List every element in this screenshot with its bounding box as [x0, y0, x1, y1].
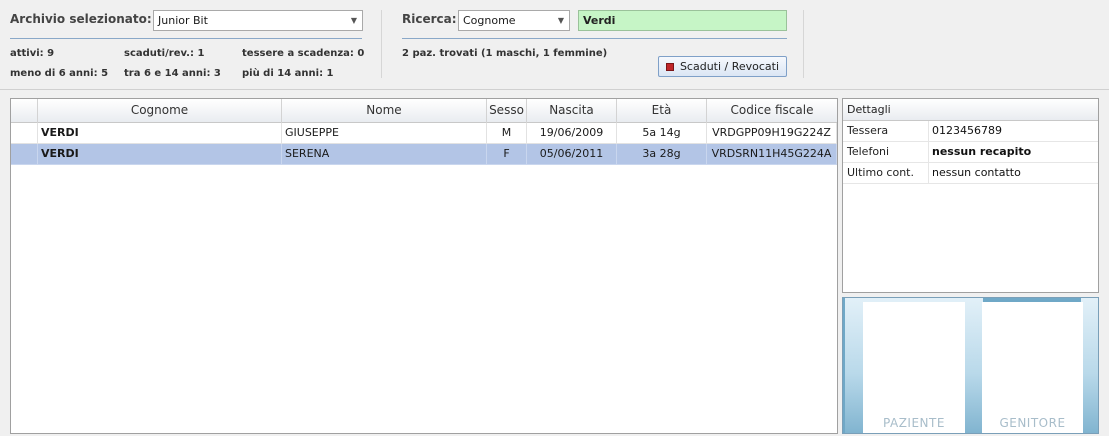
cell-nome: GIUSEPPE [282, 123, 487, 144]
section-divider [381, 10, 382, 78]
detail-row-tessera: Tessera 0123456789 [843, 121, 1098, 142]
header-cognome[interactable]: Cognome [38, 99, 282, 123]
cell-cognome: VERDI [38, 144, 282, 165]
detail-key: Tessera [847, 124, 889, 137]
detail-key: Ultimo cont. [847, 166, 914, 179]
detail-row-ultimo-contatto: Ultimo cont. nessun contatto [843, 163, 1098, 184]
archive-label: Archivio selezionato: [10, 12, 152, 26]
search-label: Ricerca: [402, 12, 457, 26]
search-separator [402, 38, 787, 39]
search-result-count: 2 paz. trovati (1 maschi, 1 femmine) [402, 48, 608, 59]
photo-strip [1081, 298, 1098, 433]
detail-divider [928, 142, 929, 163]
photo-strip [965, 298, 983, 433]
detail-row-telefoni: Telefoni nessun recapito [843, 142, 1098, 163]
search-input[interactable] [578, 10, 787, 31]
cell-cognome: VERDI [38, 123, 282, 144]
stat-meno6: meno di 6 anni: 5 [10, 68, 109, 79]
paziente-photo[interactable]: PAZIENTE [863, 302, 965, 433]
detail-value: 0123456789 [932, 124, 1002, 137]
stat-piu14: più di 14 anni: 1 [242, 68, 334, 79]
genitore-photo-label: GENITORE [999, 416, 1066, 430]
chevron-down-icon[interactable]: ▼ [553, 11, 569, 30]
header-sesso[interactable]: Sesso [487, 99, 527, 123]
stop-icon [665, 62, 674, 71]
detail-value: nessun contatto [932, 166, 1021, 179]
search-field-value: Cognome [463, 14, 516, 27]
paziente-photo-label: PAZIENTE [883, 416, 945, 430]
detail-divider [928, 163, 929, 184]
cell-nascita: 05/06/2011 [527, 144, 617, 165]
archive-select[interactable]: Junior Bit ▼ [153, 10, 363, 31]
scaduti-revocati-label: Scaduti / Revocati [679, 60, 780, 73]
header-nascita[interactable]: Nascita [527, 99, 617, 123]
chevron-down-icon[interactable]: ▼ [346, 11, 362, 30]
header-indicator [11, 99, 38, 123]
details-panel: Dettagli Tessera 0123456789 Telefoni nes… [842, 98, 1099, 293]
genitore-photo[interactable]: GENITORE [982, 302, 1083, 433]
detail-value: nessun recapito [932, 145, 1032, 158]
cell-eta: 3a 28g [617, 144, 707, 165]
detail-divider [928, 121, 929, 142]
stat-scaduti: scaduti/rev.: 1 [124, 48, 205, 59]
cell-sesso: M [487, 123, 527, 144]
details-title: Dettagli [843, 99, 1098, 121]
cell-codice-fiscale: VRDGPP09H19G224Z [707, 123, 837, 144]
cell-nascita: 19/06/2009 [527, 123, 617, 144]
table-row[interactable]: VERDI SERENA F 05/06/2011 3a 28g VRDSRN1… [11, 144, 837, 165]
header-nome[interactable]: Nome [282, 99, 487, 123]
scaduti-revocati-button[interactable]: Scaduti / Revocati [658, 56, 787, 77]
photos-panel: PAZIENTE GENITORE [842, 297, 1099, 434]
table-row[interactable]: VERDI GIUSEPPE M 19/06/2009 5a 14g VRDGP… [11, 123, 837, 144]
stat-tessere: tessere a scadenza: 0 [242, 48, 365, 59]
search-field-select[interactable]: Cognome ▼ [458, 10, 570, 31]
archive-select-value: Junior Bit [158, 14, 208, 27]
stat-tra6e14: tra 6 e 14 anni: 3 [124, 68, 221, 79]
patient-grid[interactable]: Cognome Nome Sesso Nascita Età Codice fi… [10, 98, 838, 434]
cell-eta: 5a 14g [617, 123, 707, 144]
header-codice-fiscale[interactable]: Codice fiscale [707, 99, 837, 123]
grid-header: Cognome Nome Sesso Nascita Età Codice fi… [11, 99, 837, 123]
row-indicator [11, 123, 38, 144]
filter-bar: Archivio selezionato: Junior Bit ▼ attiv… [0, 0, 1109, 90]
section-divider [803, 10, 804, 78]
cell-nome: SERENA [282, 144, 487, 165]
header-eta[interactable]: Età [617, 99, 707, 123]
detail-key: Telefoni [847, 145, 890, 158]
cell-codice-fiscale: VRDSRN11H45G224A [707, 144, 837, 165]
row-indicator [11, 144, 38, 165]
archive-separator [10, 38, 362, 39]
cell-sesso: F [487, 144, 527, 165]
stat-attivi: attivi: 9 [10, 48, 55, 59]
